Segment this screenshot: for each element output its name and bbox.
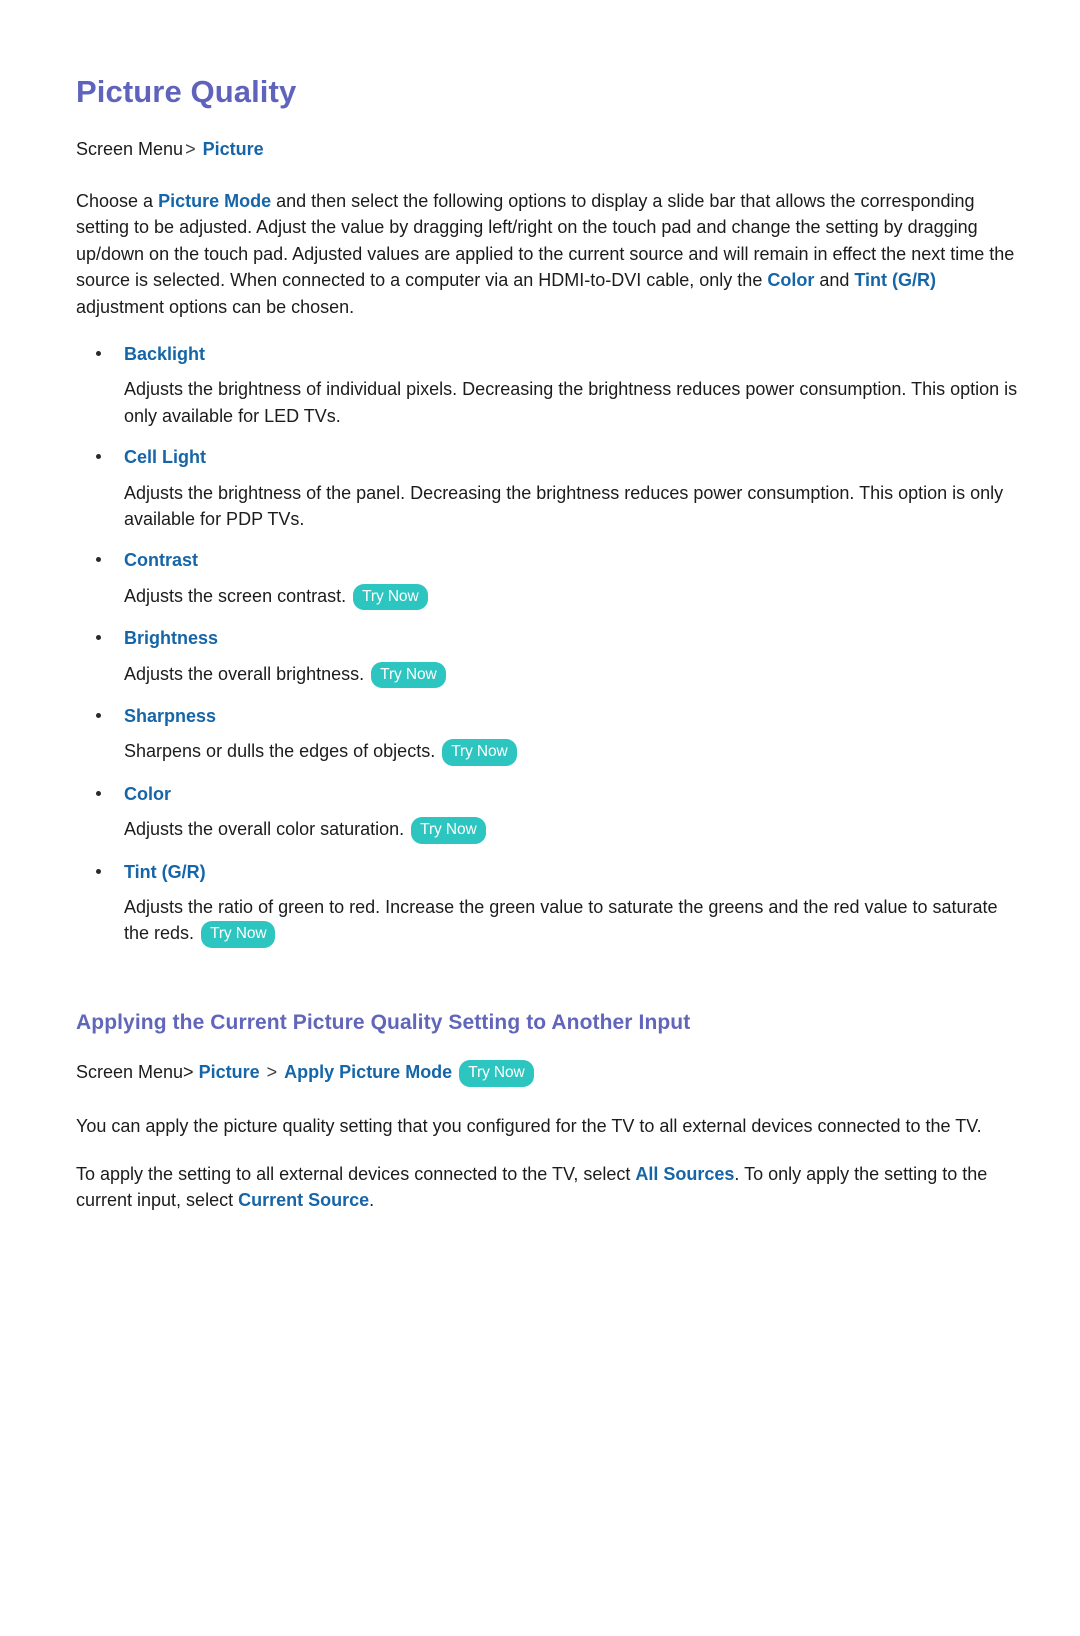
option-label: Tint (G/R) <box>124 861 206 882</box>
option-heading-cell-light[interactable]: Cell Light <box>76 445 1020 469</box>
section-paragraph-1: You can apply the picture quality settin… <box>76 1115 982 1136</box>
option-description-brightness: Adjusts the overall brightness. Try Now <box>76 661 1020 688</box>
breadcrumb-item-picture[interactable]: Picture <box>203 139 264 159</box>
option-description-cell-light: Adjusts the brightness of the panel. Dec… <box>76 480 1020 533</box>
intro-text-part1: Choose a <box>76 190 159 211</box>
intro-text-part3: and <box>814 270 855 291</box>
bullet-icon <box>96 635 101 641</box>
bullet-icon <box>96 351 101 356</box>
option-label: Contrast <box>124 550 199 571</box>
breadcrumb-root: Screen Menu <box>76 138 184 159</box>
option-heading-contrast[interactable]: Contrast <box>76 548 1020 572</box>
list-item: Sharpness Sharpens or dulls the edges of… <box>76 704 1020 766</box>
list-item: Cell Light Adjusts the brightness of the… <box>76 445 1020 532</box>
try-now-badge[interactable]: Try Now <box>442 739 517 766</box>
breadcrumb-root: Screen Menu> <box>76 1062 194 1083</box>
bullet-icon <box>96 790 101 796</box>
bullet-icon <box>96 454 101 460</box>
list-item: Contrast Adjusts the screen contrast. Tr… <box>76 548 1020 611</box>
option-description-contrast: Adjusts the screen contrast. Try Now <box>76 583 1020 611</box>
option-label: Sharpness <box>124 706 217 726</box>
list-item: Color Adjusts the overall color saturati… <box>76 782 1020 844</box>
section-paragraph-2: To apply the setting to all external dev… <box>76 1161 1016 1214</box>
bullet-icon <box>96 713 101 718</box>
list-item: Brightness Adjusts the overall brightnes… <box>76 626 1020 688</box>
option-heading-color[interactable]: Color <box>76 782 1020 806</box>
picture-options-list: Backlight Adjusts the brightness of indi… <box>76 342 1020 948</box>
bullet-icon <box>96 868 101 874</box>
option-label: Brightness <box>124 628 219 649</box>
option-description-tint-gr: Adjusts the ratio of green to red. Incre… <box>76 894 1020 948</box>
page-bottom-whitespace <box>76 1236 1020 1596</box>
breadcrumb-section: Screen Menu> Picture > Apply Picture Mod… <box>76 1059 1020 1087</box>
section-heading-apply-picture-mode: Applying the Current Picture Quality Set… <box>76 1010 691 1034</box>
option-label: Color <box>124 783 171 804</box>
page-title: Picture Quality <box>76 74 297 109</box>
link-tint-gr[interactable]: Tint (G/R) <box>854 270 936 290</box>
list-item: Backlight Adjusts the brightness of indi… <box>76 342 1020 429</box>
link-all-sources[interactable]: All Sources <box>635 1164 734 1184</box>
option-description-text: Adjusts the brightness of individual pix… <box>124 379 1018 426</box>
option-description-text: Adjusts the overall color saturation. <box>124 819 405 840</box>
bullet-icon <box>96 557 101 563</box>
option-description-text: Adjusts the brightness of the panel. Dec… <box>124 482 1004 529</box>
try-now-badge[interactable]: Try Now <box>353 583 428 611</box>
option-heading-sharpness[interactable]: Sharpness <box>76 704 1020 728</box>
document-page: Picture Quality Screen Menu > Picture Cho… <box>0 0 1080 1636</box>
intro-text-part4: adjustment options can be chosen. <box>76 296 355 317</box>
try-now-badge[interactable]: Try Now <box>371 661 446 688</box>
section-text-part3: . <box>369 1190 375 1211</box>
try-now-badge[interactable]: Try Now <box>411 817 486 844</box>
breadcrumb-separator-icon: > <box>266 1062 278 1083</box>
link-picture-mode[interactable]: Picture Mode <box>158 191 271 211</box>
option-label: Cell Light <box>124 447 206 468</box>
list-item: Tint (G/R) Adjusts the ratio of green to… <box>76 860 1020 948</box>
try-now-badge[interactable]: Try Now <box>201 921 276 948</box>
option-description-sharpness: Sharpens or dulls the edges of objects. … <box>76 738 1020 766</box>
breadcrumb-separator-icon: > <box>185 138 196 159</box>
option-heading-brightness[interactable]: Brightness <box>76 626 1020 650</box>
option-description-text: Sharpens or dulls the edges of objects. <box>124 741 436 762</box>
option-heading-backlight[interactable]: Backlight <box>76 342 1020 366</box>
option-description-color: Adjusts the overall color saturation. Tr… <box>76 816 1020 844</box>
option-description-text: Adjusts the overall brightness. <box>124 663 365 684</box>
intro-paragraph: Choose a Picture Mode and then select th… <box>76 188 1016 320</box>
option-heading-tint-gr[interactable]: Tint (G/R) <box>76 860 1020 884</box>
breadcrumb-item-apply-picture-mode[interactable]: Apply Picture Mode <box>284 1062 452 1082</box>
try-now-badge[interactable]: Try Now <box>459 1060 534 1087</box>
link-current-source[interactable]: Current Source <box>238 1190 369 1210</box>
section-text-part1: To apply the setting to all external dev… <box>76 1163 636 1184</box>
breadcrumb-top: Screen Menu > Picture <box>76 136 1020 162</box>
option-description-text: Adjusts the screen contrast. <box>124 585 347 606</box>
link-color[interactable]: Color <box>767 270 814 290</box>
option-description-backlight: Adjusts the brightness of individual pix… <box>76 376 1020 429</box>
breadcrumb-item-picture[interactable]: Picture <box>199 1062 260 1082</box>
option-label: Backlight <box>124 344 206 364</box>
